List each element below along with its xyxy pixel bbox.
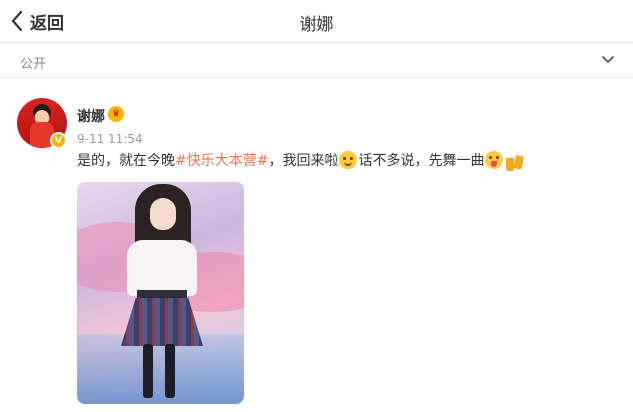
post-text-part: ，我回来啦 bbox=[268, 153, 339, 169]
verified-badge-icon: V bbox=[50, 132, 67, 149]
post-text: 是的，就在今晚#快乐大本营#，我回来啦 话不多说，先舞一曲 bbox=[77, 151, 526, 171]
post-image[interactable] bbox=[77, 182, 244, 404]
visibility-label: 公开 bbox=[20, 57, 47, 72]
nav-bar: 返回 谢娜 bbox=[0, 0, 633, 43]
smile-emoji-icon bbox=[339, 151, 358, 169]
visibility-selector[interactable]: 公开 bbox=[0, 44, 633, 78]
chevron-down-icon[interactable] bbox=[601, 55, 615, 65]
post-text-part: 是的，就在今晚 bbox=[77, 153, 175, 169]
cheers-emoji-icon bbox=[505, 151, 525, 171]
tongue-emoji-icon bbox=[485, 151, 504, 169]
member-crown-icon: ♛ bbox=[108, 106, 124, 122]
author-name[interactable]: 谢娜 bbox=[77, 106, 105, 126]
post-text-part: 话不多说，先舞一曲 bbox=[358, 153, 485, 169]
page-title: 谢娜 bbox=[299, 15, 334, 35]
hashtag-link[interactable]: #快乐大本营# bbox=[175, 153, 268, 169]
post-timestamp: 9-11 11:54 bbox=[77, 132, 143, 146]
